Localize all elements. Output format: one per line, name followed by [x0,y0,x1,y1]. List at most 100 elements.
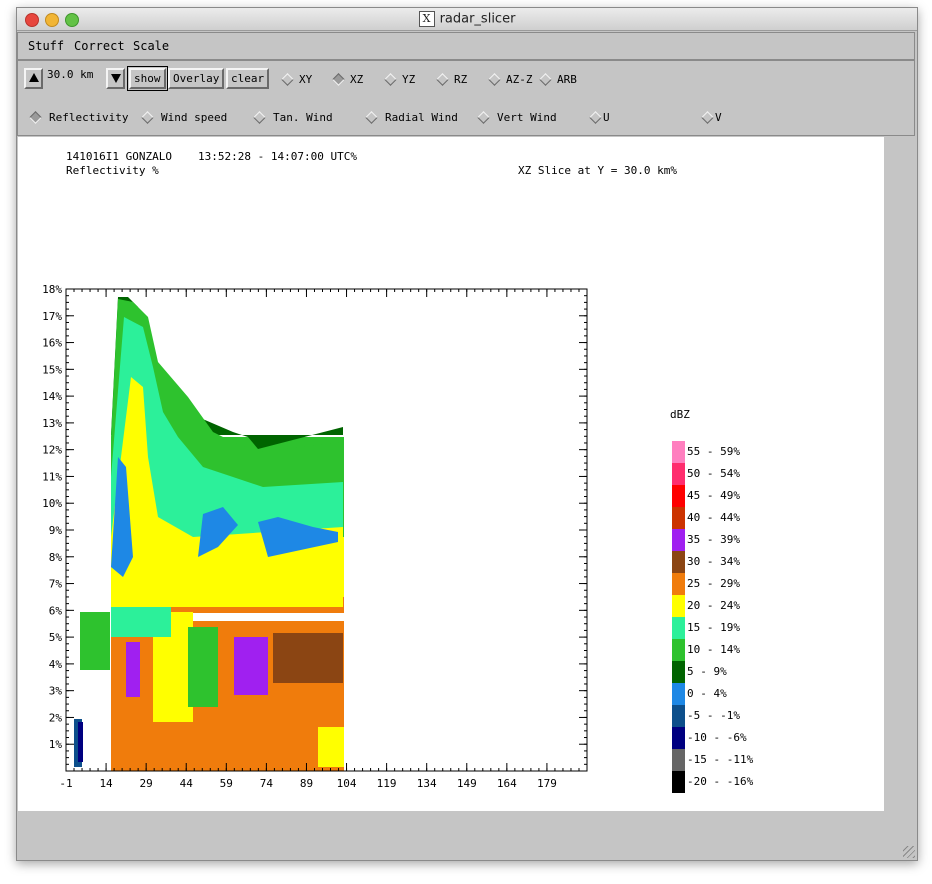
menu-scale[interactable]: Scale [133,39,169,53]
radio-diamond-icon [141,111,154,124]
x-tick-label: 134 [417,777,437,790]
field-tan-wind-label: Tan. Wind [273,111,333,124]
x-tick-label: 104 [337,777,357,790]
x-tick-label: 179 [537,777,557,790]
radio-diamond-icon [701,111,714,124]
x-tick-label: 119 [377,777,397,790]
y-tick-label: 1% [49,738,63,751]
header-id: 141016I1 GONZALO [66,150,172,163]
y-tick-label: 8% [49,551,63,564]
resize-grip-icon[interactable] [903,846,915,858]
radio-diamond-icon [589,111,602,124]
app-window: Xradar_slicer Stuff Correct Scale 30.0 k… [16,7,918,861]
slice-arb-label: ARB [557,73,577,86]
clear-button[interactable]: clear [226,68,270,89]
increment-button[interactable] [24,68,43,89]
legend-label: -10 - -6% [687,731,747,744]
menu-stuff[interactable]: Stuff [28,39,64,53]
radio-diamond-icon [539,73,552,86]
menu-correct[interactable]: Correct [74,39,125,53]
menu-bar: Stuff Correct Scale [17,32,915,60]
legend-swatch [672,595,685,617]
distance-value: 30.0 km [47,68,94,81]
field-green-blob [188,627,218,707]
y-tick-label: 17% [42,310,62,323]
field-wind-speed-label: Wind speed [161,111,228,124]
radio-diamond-icon [436,73,449,86]
header-slice: XZ Slice at Y = 30.0 km% [518,164,677,177]
slice-rz-label: RZ [454,73,468,86]
legend-label: 30 - 34% [687,555,740,568]
field-reflectivity-label: Reflectivity [49,111,129,124]
legend-swatch [672,617,685,639]
legend-label: -15 - -11% [687,753,754,766]
x-tick-label: 59 [220,777,233,790]
show-button[interactable]: show [127,66,168,91]
radio-diamond-icon [488,73,501,86]
y-tick-label: 12% [42,444,62,457]
radar-slice-plot: 141016I1 GONZALO 13:52:28 - 14:07:00 UTC… [42,150,754,793]
header-time: 13:52:28 - 14:07:00 UTC% [198,150,357,163]
radio-diamond-icon [332,73,345,86]
legend-label: 10 - 14% [687,643,740,656]
legend-swatch [672,705,685,727]
legend-label: 0 - 4% [687,687,727,700]
x-tick-label: 149 [457,777,477,790]
y-tick-label: 6% [49,604,63,617]
reflectivity-field [74,297,344,771]
y-tick-label: 15% [42,363,62,376]
slice-xy-label: XY [299,73,313,86]
y-tick-label: 14% [42,390,62,403]
legend-label: 25 - 29% [687,577,740,590]
y-tick-label: 5% [49,631,63,644]
field-radial-wind-label: Radial Wind [385,111,458,124]
legend-label: 55 - 59% [687,445,740,458]
x-tick-label: 164 [497,777,517,790]
decrement-button[interactable] [106,68,125,89]
field-v-label: V [715,111,722,124]
legend-label: 20 - 24% [687,599,740,612]
legend-swatch [672,507,685,529]
field-yellow-right [318,727,344,767]
y-tick-label: 4% [49,658,63,671]
legend-label: 5 - 9% [687,665,727,678]
legend-swatch [672,551,685,573]
radio-diamond-icon [29,111,42,124]
x-tick-label: 44 [180,777,194,790]
legend-swatch [672,573,685,595]
radio-diamond-icon [253,111,266,124]
legend-swatch [672,463,685,485]
y-tick-label: 13% [42,417,62,430]
legend-swatch [672,683,685,705]
color-legend: 55 - 59% 50 - 54% 45 - 49% 40 - 44% 35 - 39%… [672,441,754,793]
field-left-navy [78,722,83,762]
toolbar: 30.0 km show Overlay clear XY XZ YZ RZ A… [17,60,915,136]
arrow-down-icon [111,74,121,83]
radio-diamond-icon [477,111,490,124]
y-tick-label: 2% [49,711,63,724]
x-tick-label: 14 [99,777,113,790]
x-tick-label: 74 [260,777,274,790]
radio-diamond-icon [384,73,397,86]
x-tick-label: 29 [140,777,153,790]
legend-label: 40 - 44% [687,511,740,524]
legend-swatch [672,749,685,771]
y-tick-label: 18% [42,283,62,296]
legend-title: dBZ [670,408,690,421]
right-gutter [884,137,917,811]
field-purple-mid [234,637,268,695]
y-tick-label: 11% [42,470,62,483]
window-title-area: Xradar_slicer [17,11,917,27]
y-tick-label: 9% [49,524,63,537]
legend-label: 15 - 19% [687,621,740,634]
radio-diamond-icon [365,111,378,124]
plot-canvas[interactable]: 141016I1 GONZALO 13:52:28 - 14:07:00 UTC… [18,137,884,811]
title-bar[interactable]: Xradar_slicer [17,8,917,31]
window-title: radar_slicer [439,11,516,27]
field-vert-wind-label: Vert Wind [497,111,557,124]
y-tick-label: 10% [42,497,62,510]
overlay-button[interactable]: Overlay [168,68,225,89]
slice-xz-label: XZ [350,73,364,86]
y-tick-label: 7% [49,578,63,591]
bottom-gutter [17,811,917,860]
